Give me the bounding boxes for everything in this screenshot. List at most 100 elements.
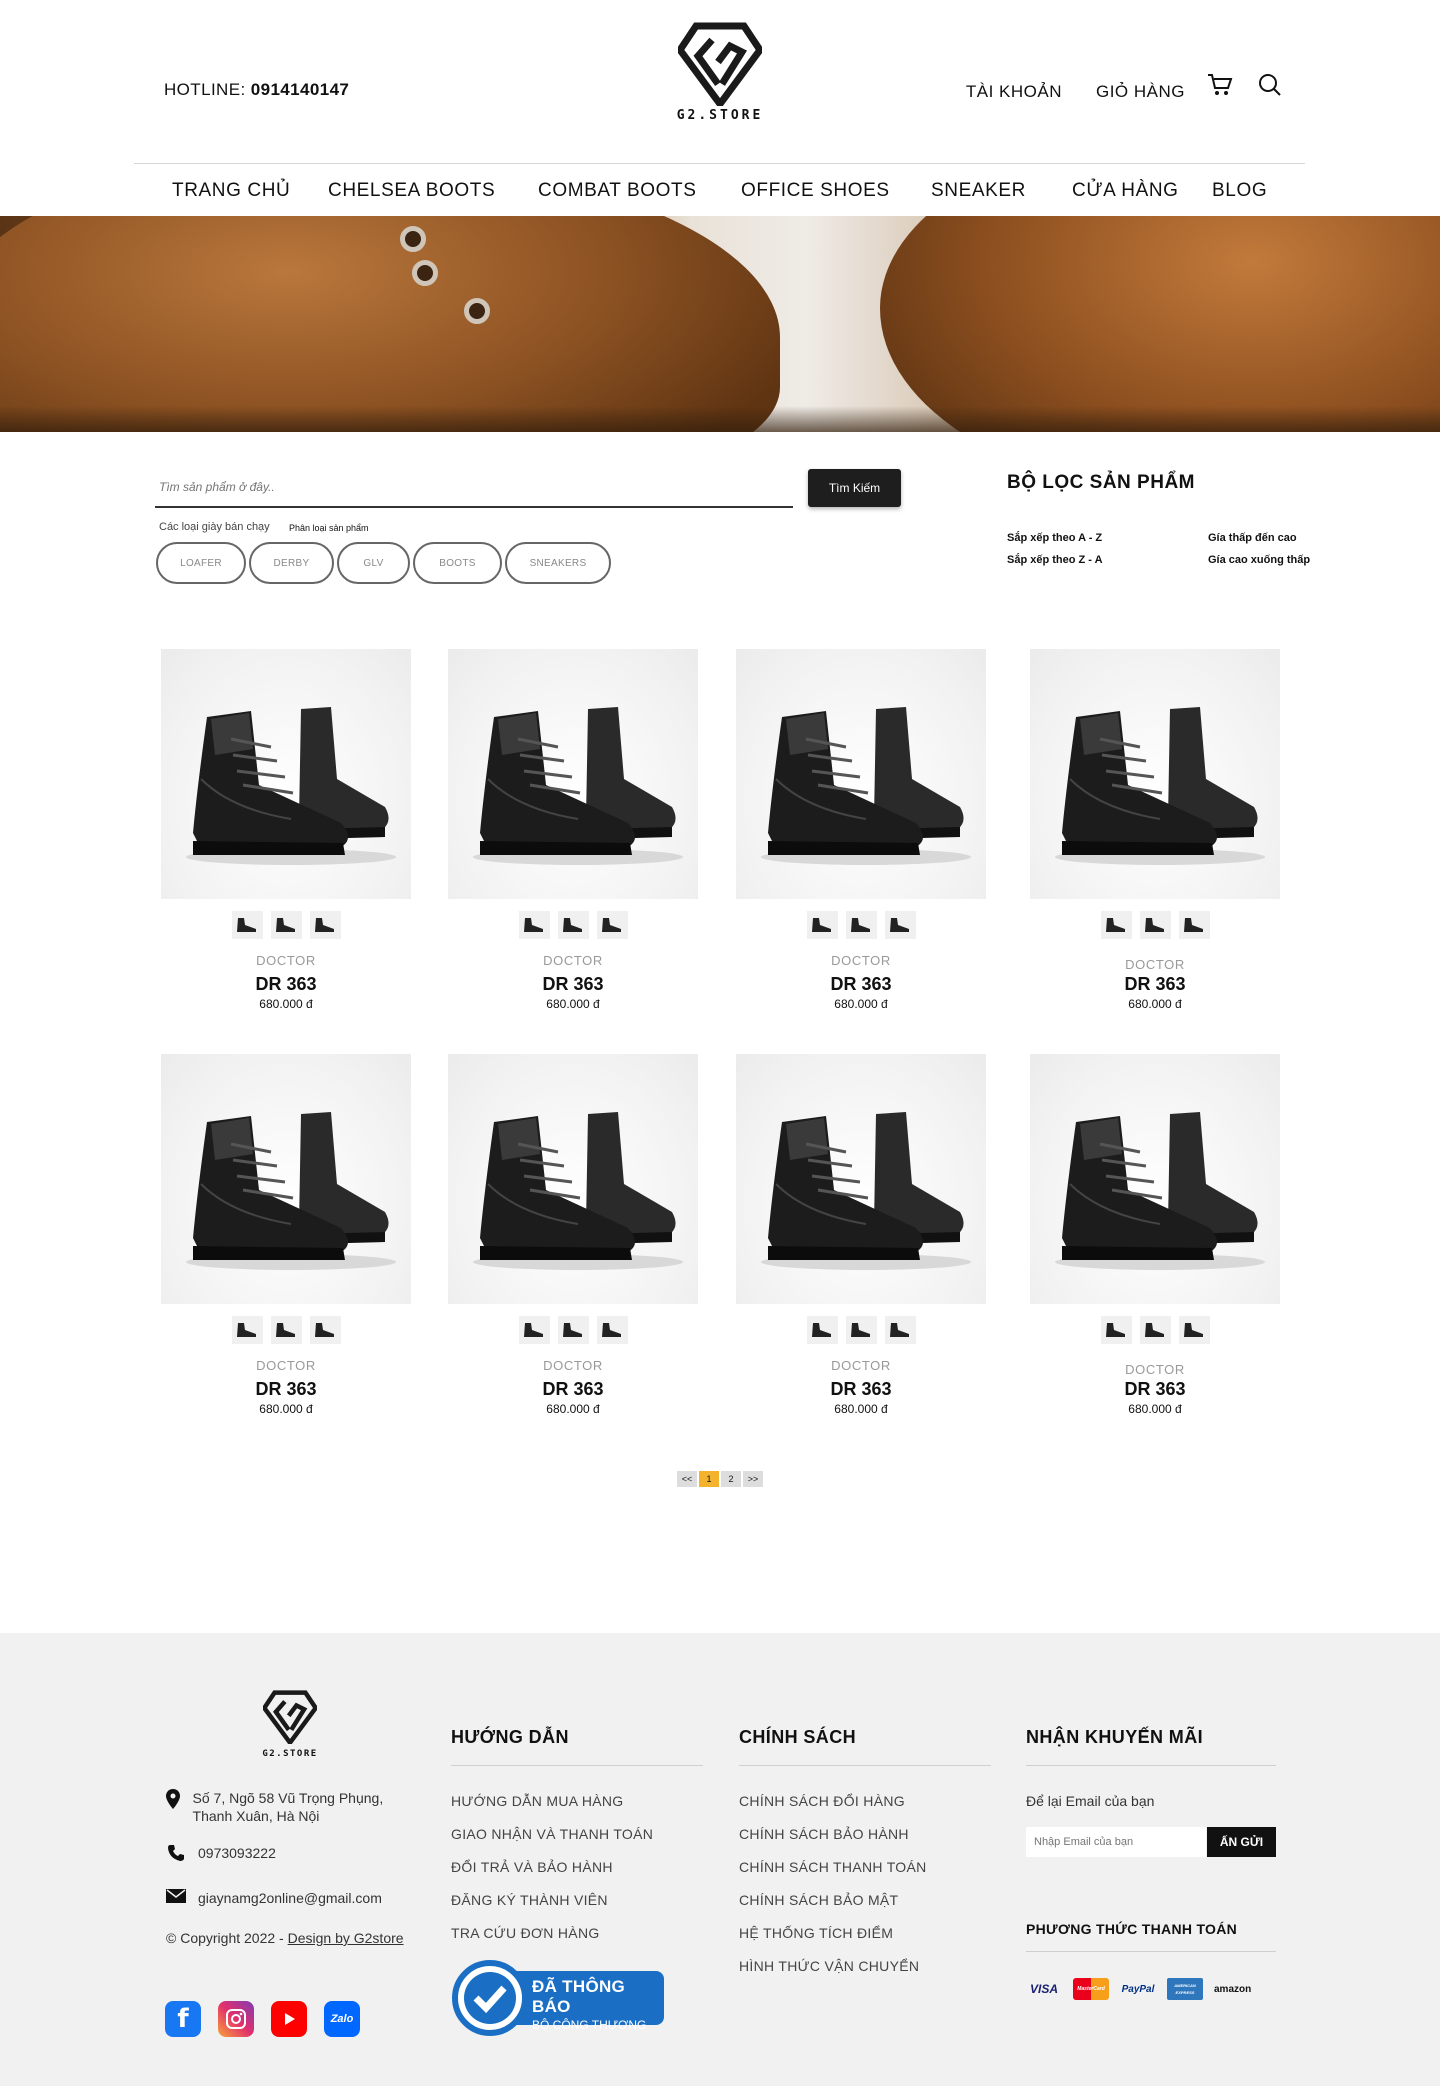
chip-glv[interactable]: GLV xyxy=(337,542,410,584)
facebook-icon[interactable]: f xyxy=(165,2001,201,2037)
variant-thumbnail[interactable] xyxy=(557,1316,589,1344)
nav-item-home[interactable]: TRANG CHỦ xyxy=(172,180,290,202)
variant-thumbnail[interactable] xyxy=(884,1316,916,1344)
product-name[interactable]: DR 363 xyxy=(448,1379,698,1400)
variant-thumbnail[interactable] xyxy=(596,1316,628,1344)
variant-thumbnail[interactable] xyxy=(231,1316,263,1344)
product-name[interactable]: DR 363 xyxy=(736,974,986,995)
variant-thumbnail[interactable] xyxy=(309,1316,341,1344)
promo-submit-button[interactable]: ẤN GỬI xyxy=(1207,1827,1276,1857)
variant-thumbnail[interactable] xyxy=(1139,1316,1171,1344)
chip-derby[interactable]: DERBY xyxy=(249,542,334,584)
variant-thumbnail[interactable] xyxy=(518,1316,550,1344)
chip-loafer[interactable]: LOAFER xyxy=(156,542,246,584)
promo-email-input[interactable] xyxy=(1026,1827,1206,1857)
footer-address: Số 7, Ngõ 58 Vũ Trọng Phụng, Thanh Xuân,… xyxy=(166,1789,426,1825)
variant-thumbnail[interactable] xyxy=(806,1316,838,1344)
product-name[interactable]: DR 363 xyxy=(161,974,411,995)
product-card[interactable]: DOCTOR DR 363 680.000 đ xyxy=(736,1054,986,1416)
product-card[interactable]: DOCTOR DR 363 680.000 đ xyxy=(448,649,698,1011)
product-name[interactable]: DR 363 xyxy=(448,974,698,995)
variant-thumbnail[interactable] xyxy=(884,911,916,939)
zalo-icon[interactable]: Zalo xyxy=(324,2001,360,2037)
variant-thumbnail[interactable] xyxy=(806,911,838,939)
nav-item-chelsea-boots[interactable]: CHELSEA BOOTS xyxy=(328,180,495,202)
variant-thumbnail[interactable] xyxy=(1178,911,1210,939)
variant-thumbnail[interactable] xyxy=(309,911,341,939)
policy-link-points[interactable]: HỆ THỐNG TÍCH ĐIỂM xyxy=(739,1925,893,1941)
nav-item-combat-boots[interactable]: COMBAT BOOTS xyxy=(538,180,697,202)
guide-link-order-lookup[interactable]: TRA CỨU ĐƠN HÀNG xyxy=(451,1925,600,1941)
nav-item-blog[interactable]: BLOG xyxy=(1212,180,1267,202)
product-image[interactable] xyxy=(161,649,411,899)
chip-boots[interactable]: BOOTS xyxy=(413,542,502,584)
product-card[interactable]: DOCTOR DR 363 680.000 đ xyxy=(448,1054,698,1416)
chip-sneakers[interactable]: SNEAKERS xyxy=(505,542,611,584)
policy-link-exchange[interactable]: CHÍNH SÁCH ĐỔI HÀNG xyxy=(739,1793,905,1809)
variant-thumbnail[interactable] xyxy=(231,911,263,939)
instagram-icon[interactable] xyxy=(218,2001,254,2037)
sort-price-asc[interactable]: Gía thấp đến cao xyxy=(1208,532,1297,544)
product-card[interactable]: DOCTOR DR 363 680.000 đ xyxy=(1030,1054,1280,1416)
page-prev[interactable]: << xyxy=(677,1471,697,1487)
hotline-number[interactable]: 0914140147 xyxy=(251,80,350,99)
email-text[interactable]: giaynamg2online@gmail.com xyxy=(198,1889,382,1907)
product-image[interactable] xyxy=(448,649,698,899)
product-card[interactable]: DOCTOR DR 363 680.000 đ xyxy=(736,649,986,1011)
youtube-icon[interactable] xyxy=(271,2001,307,2037)
product-name[interactable]: DR 363 xyxy=(1030,974,1280,995)
nav-item-sneaker[interactable]: SNEAKER xyxy=(931,180,1026,202)
variant-thumbnail[interactable] xyxy=(1178,1316,1210,1344)
nav-item-store[interactable]: CỬA HÀNG xyxy=(1072,180,1179,202)
cart-link[interactable]: GIỎ HÀNG xyxy=(1096,82,1185,102)
policy-link-shipping[interactable]: HÌNH THỨC VẬN CHUYỂN xyxy=(739,1958,919,1974)
search-icon[interactable] xyxy=(1255,70,1285,100)
cart-icon[interactable] xyxy=(1205,70,1235,100)
product-card[interactable]: DOCTOR DR 363 680.000 đ xyxy=(161,649,411,1011)
guide-link-register[interactable]: ĐĂNG KÝ THÀNH VIÊN xyxy=(451,1892,608,1908)
product-card[interactable]: DOCTOR DR 363 680.000 đ xyxy=(161,1054,411,1416)
page-next[interactable]: >> xyxy=(743,1471,763,1487)
sort-z-a[interactable]: Sắp xếp theo Z - A xyxy=(1007,554,1103,566)
product-image[interactable] xyxy=(1030,1054,1280,1304)
search-button[interactable]: Tìm Kiếm xyxy=(808,469,901,507)
account-link[interactable]: TÀI KHOẢN xyxy=(966,82,1062,102)
policy-link-payment[interactable]: CHÍNH SÁCH THANH TOÁN xyxy=(739,1859,927,1875)
filter-title: BỘ LỌC SẢN PHẨM xyxy=(1007,472,1195,493)
variant-thumbnail[interactable] xyxy=(845,1316,877,1344)
sort-a-z[interactable]: Sắp xếp theo A - Z xyxy=(1007,532,1102,544)
guide-link-return[interactable]: ĐỔI TRẢ VÀ BẢO HÀNH xyxy=(451,1859,613,1875)
product-image[interactable] xyxy=(1030,649,1280,899)
search-input[interactable] xyxy=(155,468,793,508)
sort-price-desc[interactable]: Gía cao xuống thấp xyxy=(1208,554,1310,566)
bct-registered-badge[interactable]: ĐÃ THÔNG BÁO BỘ CÔNG THƯƠNG xyxy=(452,1960,664,2036)
variant-thumbnail[interactable] xyxy=(845,911,877,939)
variant-thumbnail[interactable] xyxy=(1100,911,1132,939)
product-image[interactable] xyxy=(736,1054,986,1304)
variant-thumbnail[interactable] xyxy=(557,911,589,939)
product-image[interactable] xyxy=(736,649,986,899)
policy-link-privacy[interactable]: CHÍNH SÁCH BẢO MẬT xyxy=(739,1892,898,1908)
product-name[interactable]: DR 363 xyxy=(736,1379,986,1400)
product-card[interactable]: DOCTOR DR 363 680.000 đ xyxy=(1030,649,1280,1011)
guide-link-buy[interactable]: HƯỚNG DẪN MUA HÀNG xyxy=(451,1793,623,1809)
guide-link-delivery[interactable]: GIAO NHẬN VÀ THANH TOÁN xyxy=(451,1826,653,1842)
store-logo[interactable]: G2.STORE xyxy=(674,22,766,130)
variant-thumbnail[interactable] xyxy=(1100,1316,1132,1344)
footer-logo[interactable]: G2.STORE xyxy=(261,1690,319,1759)
design-by-link[interactable]: Design by G2store xyxy=(288,1930,404,1946)
variant-thumbnail[interactable] xyxy=(270,1316,302,1344)
variant-thumbnail[interactable] xyxy=(270,911,302,939)
product-name[interactable]: DR 363 xyxy=(161,1379,411,1400)
product-image[interactable] xyxy=(161,1054,411,1304)
policy-link-warranty[interactable]: CHÍNH SÁCH BẢO HÀNH xyxy=(739,1826,909,1842)
page-2[interactable]: 2 xyxy=(721,1471,741,1487)
nav-item-office-shoes[interactable]: OFFICE SHOES xyxy=(741,180,890,202)
page-1[interactable]: 1 xyxy=(699,1471,719,1487)
variant-thumbnail[interactable] xyxy=(1139,911,1171,939)
variant-thumbnail[interactable] xyxy=(518,911,550,939)
phone-text[interactable]: 0973093222 xyxy=(198,1844,276,1862)
product-image[interactable] xyxy=(448,1054,698,1304)
variant-thumbnail[interactable] xyxy=(596,911,628,939)
product-name[interactable]: DR 363 xyxy=(1030,1379,1280,1400)
